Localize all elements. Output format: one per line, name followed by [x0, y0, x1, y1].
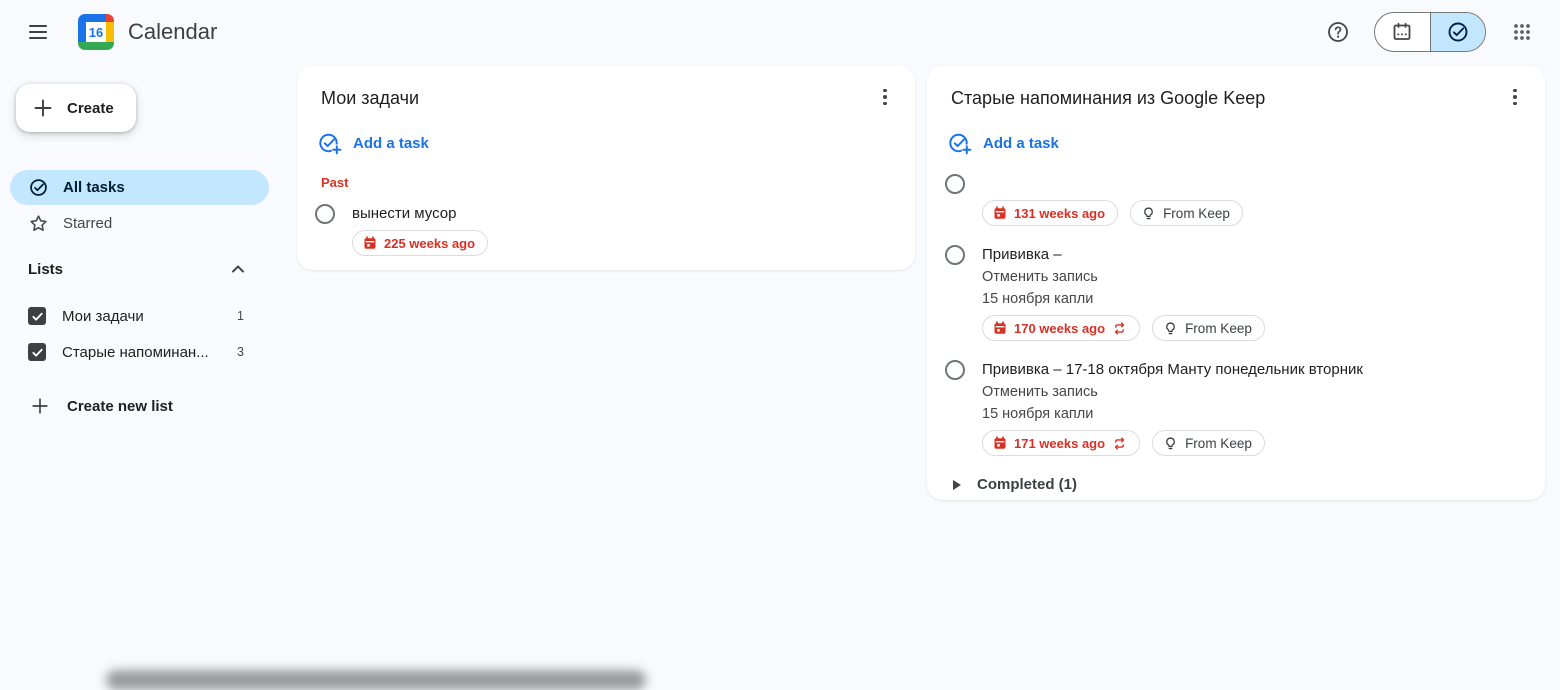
- calendar-event-icon: [993, 436, 1007, 450]
- completed-section-toggle[interactable]: Completed (1): [953, 476, 1077, 493]
- list-count-badge: 1: [237, 309, 244, 323]
- collapse-lists-button[interactable]: [228, 259, 248, 279]
- add-task-icon: [318, 131, 342, 155]
- list-count-badge: 3: [237, 345, 244, 359]
- view-toggle: [1374, 12, 1486, 52]
- bottom-scrollbar-thumb[interactable]: [106, 670, 646, 690]
- task-row: вынести мусор 225 weeks ago: [315, 203, 891, 256]
- list-checkbox-checked[interactable]: [28, 343, 46, 361]
- calendar-logo-icon: 16: [78, 14, 114, 50]
- task-row: Прививка – Отменить запись 15 ноября кап…: [945, 244, 1521, 341]
- lists-heading: Lists: [28, 261, 63, 278]
- task-row: Прививка – 17-18 октября Манту понедельн…: [945, 359, 1521, 456]
- due-date-chip[interactable]: 131 weeks ago: [982, 200, 1118, 226]
- list-checkbox-checked[interactable]: [28, 307, 46, 325]
- from-keep-label: From Keep: [1185, 321, 1252, 336]
- tasks-view-button[interactable]: [1431, 13, 1486, 51]
- expand-arrow-icon: [953, 480, 961, 490]
- list-label: Мои задачи: [62, 308, 237, 325]
- tasks-view-icon: [1446, 20, 1470, 44]
- from-keep-label: From Keep: [1185, 436, 1252, 451]
- main-menu-button[interactable]: [14, 8, 62, 56]
- calendar-event-icon: [993, 206, 1007, 220]
- calendar-event-icon: [993, 321, 1007, 335]
- task-detail: 15 ноября капли: [982, 288, 1521, 310]
- list-row-starye-napominaniya[interactable]: Старые напоминан... 3: [28, 334, 244, 370]
- sidebar-item-all-tasks[interactable]: All tasks: [10, 170, 269, 205]
- calendar-event-icon: [363, 236, 377, 250]
- help-button[interactable]: [1318, 12, 1358, 52]
- task-complete-toggle[interactable]: [945, 174, 965, 194]
- due-date-chip[interactable]: 171 weeks ago: [982, 430, 1140, 456]
- completed-label: Completed (1): [977, 476, 1077, 493]
- plus-icon: [30, 396, 50, 416]
- sidebar: Create All tasks Starred Lists: [0, 64, 280, 677]
- task-detail: Отменить запись: [982, 266, 1521, 288]
- google-apps-button[interactable]: [1502, 12, 1542, 52]
- add-task-label: Add a task: [983, 135, 1059, 152]
- from-keep-chip[interactable]: From Keep: [1152, 315, 1265, 341]
- task-list-card-google-keep: Старые напоминания из Google Keep Add a …: [927, 66, 1545, 500]
- due-date-label: 131 weeks ago: [1014, 206, 1105, 221]
- create-button[interactable]: Create: [16, 84, 136, 132]
- add-task-label: Add a task: [353, 135, 429, 152]
- card-title: Старые напоминания из Google Keep: [951, 86, 1265, 110]
- task-list-card-moi-zadachi: Мои задачи Add a task Past вынести мусор: [297, 66, 915, 270]
- task-detail: Отменить запись: [982, 381, 1521, 403]
- sidebar-item-label: Starred: [63, 215, 112, 232]
- check-circle-icon: [28, 177, 49, 198]
- lightbulb-icon: [1141, 206, 1156, 221]
- create-button-label: Create: [67, 100, 114, 117]
- past-section-label: Past: [321, 175, 891, 191]
- task-title[interactable]: Прививка –: [982, 244, 1521, 266]
- due-date-chip[interactable]: 225 weeks ago: [352, 230, 488, 256]
- calendar-view-icon: [1391, 21, 1413, 43]
- create-new-list-label: Create new list: [67, 398, 173, 415]
- repeat-icon: [1112, 436, 1127, 451]
- due-date-label: 225 weeks ago: [384, 236, 475, 251]
- plus-icon: [32, 97, 54, 119]
- add-task-button[interactable]: Add a task: [318, 131, 429, 155]
- calendar-view-button[interactable]: [1375, 13, 1431, 51]
- sidebar-item-label: All tasks: [63, 179, 125, 196]
- app-title: Calendar: [128, 19, 217, 45]
- add-task-button[interactable]: Add a task: [948, 131, 1059, 155]
- list-options-button[interactable]: [1497, 79, 1533, 115]
- add-task-icon: [948, 131, 972, 155]
- from-keep-chip[interactable]: From Keep: [1130, 200, 1243, 226]
- task-row: 131 weeks ago From Keep: [945, 173, 1521, 226]
- sidebar-item-starred[interactable]: Starred: [10, 206, 269, 241]
- task-complete-toggle[interactable]: [945, 360, 965, 380]
- list-label: Старые напоминан...: [62, 344, 237, 361]
- repeat-icon: [1112, 321, 1127, 336]
- task-complete-toggle[interactable]: [315, 204, 335, 224]
- help-icon: [1326, 20, 1350, 44]
- lightbulb-icon: [1163, 321, 1178, 336]
- card-title: Мои задачи: [321, 86, 419, 110]
- create-new-list-button[interactable]: Create new list: [30, 396, 173, 416]
- list-options-button[interactable]: [867, 79, 903, 115]
- task-title[interactable]: Прививка – 17-18 октября Манту понедельн…: [982, 359, 1521, 381]
- list-row-moi-zadachi[interactable]: Мои задачи 1: [28, 298, 244, 334]
- star-icon: [28, 213, 49, 234]
- due-date-chip[interactable]: 170 weeks ago: [982, 315, 1140, 341]
- task-title[interactable]: вынести мусор: [352, 203, 891, 225]
- from-keep-label: From Keep: [1163, 206, 1230, 221]
- task-complete-toggle[interactable]: [945, 245, 965, 265]
- top-app-bar: 16 Calendar: [0, 0, 1560, 64]
- logo-date: 16: [86, 22, 106, 42]
- due-date-label: 171 weeks ago: [1014, 436, 1105, 451]
- task-title[interactable]: [982, 173, 1521, 195]
- apps-grid-icon: [1512, 22, 1532, 42]
- due-date-label: 170 weeks ago: [1014, 321, 1105, 336]
- from-keep-chip[interactable]: From Keep: [1152, 430, 1265, 456]
- task-detail: 15 ноября капли: [982, 403, 1521, 425]
- lightbulb-icon: [1163, 436, 1178, 451]
- chevron-up-icon: [228, 259, 248, 279]
